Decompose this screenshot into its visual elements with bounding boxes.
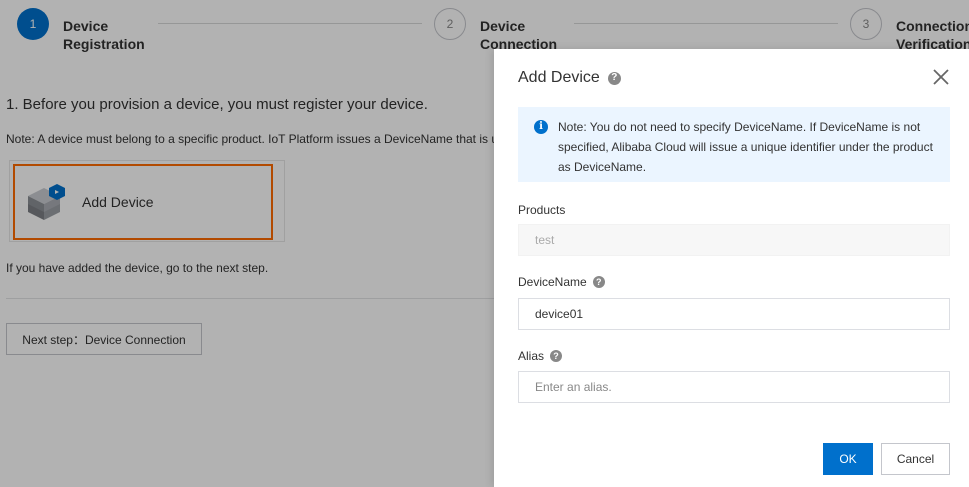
devicename-label-text: DeviceName <box>518 275 587 289</box>
devicename-label: DeviceName ? <box>518 275 605 289</box>
products-field: test <box>518 224 950 256</box>
drawer-title: Add Device ? <box>518 69 621 87</box>
alias-label-text: Alias <box>518 349 545 363</box>
alias-input[interactable] <box>518 371 950 403</box>
products-label-text: Products <box>518 203 566 217</box>
help-icon[interactable]: ? <box>607 71 621 85</box>
devicename-input[interactable] <box>518 298 950 330</box>
ok-button[interactable]: OK <box>823 443 873 475</box>
info-icon: i <box>534 120 548 134</box>
help-icon[interactable]: ? <box>550 350 563 362</box>
close-icon[interactable] <box>931 67 951 87</box>
alias-label: Alias ? <box>518 349 563 363</box>
help-icon[interactable]: ? <box>592 276 605 288</box>
products-label: Products <box>518 203 565 217</box>
drawer-title-text: Add Device <box>518 69 600 86</box>
add-device-drawer: Add Device ? i Note: You do not need to … <box>494 49 969 487</box>
info-message-text: Note: You do not need to specify DeviceN… <box>558 120 933 174</box>
info-message: i Note: You do not need to specify Devic… <box>518 107 950 182</box>
cancel-button[interactable]: Cancel <box>881 443 950 475</box>
